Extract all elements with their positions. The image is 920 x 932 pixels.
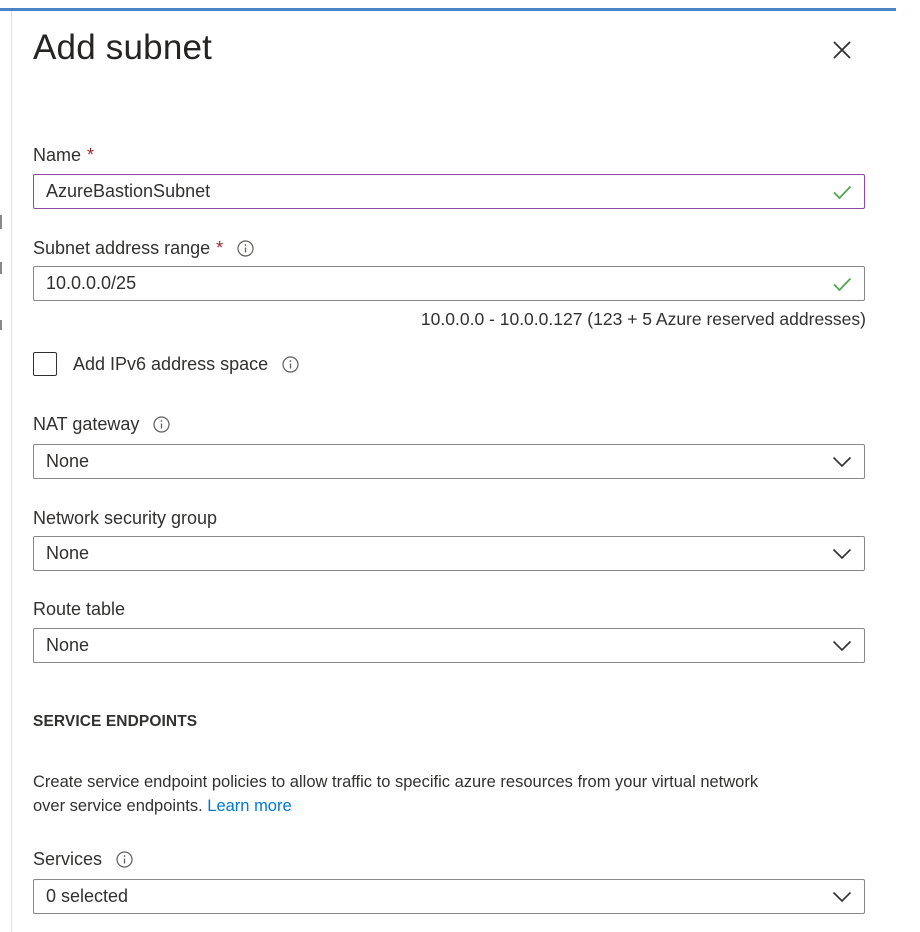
chevron-down-icon xyxy=(828,634,852,658)
nsg-selected: None xyxy=(46,543,90,563)
close-icon xyxy=(833,41,851,59)
chevron-down-icon xyxy=(828,450,852,474)
service-endpoints-heading: SERVICE ENDPOINTS xyxy=(33,713,198,730)
nat-gateway-dropdown[interactable]: None xyxy=(33,444,865,479)
name-label: Name xyxy=(33,145,82,165)
nsg-dropdown[interactable]: None xyxy=(33,536,865,571)
services-label: Services xyxy=(33,849,103,869)
address-range-helper: 10.0.0.0 - 10.0.0.127 (123 + 5 Azure res… xyxy=(420,309,866,329)
name-input-value: AzureBastionSubnet xyxy=(46,181,211,201)
info-icon[interactable] xyxy=(153,416,170,433)
address-range-label: Subnet address range xyxy=(33,238,211,258)
panel-left-divider xyxy=(11,11,12,932)
background-edge-mark xyxy=(0,320,2,330)
learn-more-link[interactable]: Learn more xyxy=(207,797,291,815)
name-input[interactable]: AzureBastionSubnet xyxy=(33,174,865,209)
chevron-down-icon xyxy=(828,885,852,909)
service-endpoints-description: Create service endpoint policies to allo… xyxy=(33,770,863,818)
panel-top-accent xyxy=(0,8,896,11)
info-icon[interactable] xyxy=(282,355,299,373)
route-table-label: Route table xyxy=(33,599,126,619)
ipv6-checkbox-row: Add IPv6 address space xyxy=(33,352,299,376)
nsg-label: Network security group xyxy=(33,508,218,528)
address-range-input-value: 10.0.0.0/25 xyxy=(46,273,137,293)
required-mark: * xyxy=(87,145,95,165)
chevron-down-icon xyxy=(828,542,852,566)
checkmark-icon xyxy=(828,272,852,296)
required-mark: * xyxy=(216,238,224,258)
name-label-row: Name * xyxy=(33,145,94,166)
description-line1: Create service endpoint policies to allo… xyxy=(33,773,759,791)
nat-gateway-label: NAT gateway xyxy=(33,414,140,434)
nat-gateway-selected: None xyxy=(46,451,90,471)
ipv6-label: Add IPv6 address space xyxy=(73,353,269,374)
route-table-label-row: Route table xyxy=(33,599,125,620)
nsg-label-row: Network security group xyxy=(33,508,217,529)
checkmark-icon xyxy=(828,180,852,204)
info-icon[interactable] xyxy=(116,851,133,868)
ipv6-checkbox[interactable] xyxy=(33,352,57,376)
services-selected: 0 selected xyxy=(46,886,129,906)
close-button[interactable] xyxy=(826,34,858,66)
description-line2: over service endpoints. xyxy=(33,797,203,815)
nat-gateway-label-row: NAT gateway xyxy=(33,414,170,435)
background-edge-mark xyxy=(0,215,2,229)
background-edge-mark xyxy=(0,262,2,274)
address-range-label-row: Subnet address range * xyxy=(33,238,254,259)
services-label-row: Services xyxy=(33,849,133,870)
services-dropdown[interactable]: 0 selected xyxy=(33,879,865,914)
address-range-input[interactable]: 10.0.0.0/25 xyxy=(33,266,865,301)
route-table-dropdown[interactable]: None xyxy=(33,628,865,663)
info-icon[interactable] xyxy=(237,240,254,257)
route-table-selected: None xyxy=(46,635,90,655)
panel-title: Add subnet xyxy=(33,28,213,67)
